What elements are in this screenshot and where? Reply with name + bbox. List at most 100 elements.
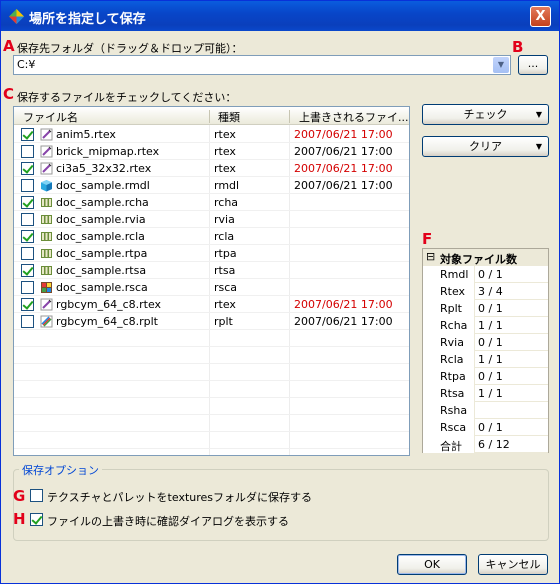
file-list[interactable]: ファイル名 種類 上書きされるファイ... anim5.rtex rtex 2007… (13, 106, 410, 456)
count-value: 1 / 1 (478, 353, 503, 366)
marker-f: F (422, 230, 433, 248)
row-checkbox[interactable] (21, 162, 34, 175)
overwrite-date: 2007/06/21 17:00 (294, 162, 393, 175)
count-value: 0 / 1 (478, 302, 503, 315)
table-row[interactable]: rgbcym_64_c8.rtex rtex 2007/06/21 17:00 (14, 296, 409, 313)
marker-a: A (3, 37, 15, 55)
check-button-label: チェック (463, 108, 508, 121)
save-dialog: 場所を指定して保存 X A 保存先フォルダ（ドラッグ＆ドロップ可能）： B C:… (0, 0, 560, 584)
count-key: Rtsa (423, 385, 475, 402)
row-checkbox[interactable] (21, 315, 34, 328)
cancel-button[interactable]: キャンセル (478, 554, 548, 575)
count-key: Rmdl (423, 266, 475, 283)
file-name: doc_sample.rcha (56, 196, 149, 209)
table-row[interactable]: brick_mipmap.rtex rtex 2007/06/21 17:00 (14, 143, 409, 160)
row-checkbox[interactable] (21, 213, 34, 226)
row-checkbox[interactable] (21, 145, 34, 158)
count-value: 6 / 12 (478, 438, 510, 451)
marker-c: C (3, 85, 15, 103)
textures-folder-checkbox[interactable] (30, 489, 43, 502)
count-key: 合計 (423, 436, 475, 453)
overwrite-date: 2007/06/21 17:00 (294, 128, 393, 141)
table-row[interactable]: rgbcym_64_c8.rplt rplt 2007/06/21 17:00 (14, 313, 409, 330)
count-key: Rplt (423, 300, 475, 317)
count-row: 合計 6 / 12 (423, 436, 548, 453)
table-row[interactable]: doc_sample.rtsa rtsa (14, 262, 409, 279)
folder-combobox[interactable]: C:¥ ▼ (13, 55, 511, 75)
model-icon (40, 179, 53, 192)
file-name: doc_sample.rtsa (56, 264, 147, 277)
table-row[interactable]: doc_sample.rsca rsca (14, 279, 409, 296)
count-value: 1 / 1 (478, 319, 503, 332)
confirm-overwrite-label: ファイルの上書き時に確認ダイアログを表示する (47, 515, 289, 528)
row-checkbox[interactable] (21, 196, 34, 209)
count-key: Rcha (423, 317, 475, 334)
file-type: rcla (214, 230, 235, 243)
animation-icon (40, 230, 53, 243)
file-name: rgbcym_64_c8.rplt (56, 315, 158, 328)
column-name[interactable]: ファイル名 (23, 109, 78, 125)
list-header: ファイル名 種類 上書きされるファイ... (14, 107, 409, 125)
row-checkbox[interactable] (21, 281, 34, 294)
overwrite-date: 2007/06/21 17:00 (294, 315, 393, 328)
file-count-table: ⊟ 対象ファイル数 Rmdl 0 / 1 Rtex 3 / 4 Rplt 0 / 1 Rch… (422, 248, 549, 453)
clear-button-label: クリア (469, 140, 502, 153)
file-type: rsca (214, 281, 238, 294)
title-bar[interactable]: 場所を指定して保存 X (1, 1, 559, 31)
ok-button[interactable]: OK (397, 554, 467, 575)
row-checkbox[interactable] (21, 128, 34, 141)
marker-b: B (512, 38, 524, 56)
count-row: Rtsa 1 / 1 (423, 385, 548, 402)
count-value: 3 / 4 (478, 285, 503, 298)
table-row[interactable]: doc_sample.rcla rcla (14, 228, 409, 245)
clear-button[interactable]: クリア ▼ (422, 136, 549, 157)
row-checkbox[interactable] (21, 179, 34, 192)
empty-row (14, 381, 409, 398)
animation-icon (40, 264, 53, 277)
check-button[interactable]: チェック ▼ (422, 104, 549, 125)
column-type[interactable]: 種類 (218, 109, 240, 125)
chevron-down-icon[interactable]: ▼ (493, 57, 509, 73)
count-header: ⊟ 対象ファイル数 (423, 249, 548, 266)
animation-icon (40, 196, 53, 209)
file-name: doc_sample.rvia (56, 213, 146, 226)
row-checkbox[interactable] (21, 230, 34, 243)
table-row[interactable]: anim5.rtex rtex 2007/06/21 17:00 (14, 126, 409, 143)
column-overwrite[interactable]: 上書きされるファイ... (299, 109, 409, 125)
file-type: rvia (214, 213, 235, 226)
overwrite-date: 2007/06/21 17:00 (294, 179, 393, 192)
table-row[interactable]: doc_sample.rmdl rmdl 2007/06/21 17:00 (14, 177, 409, 194)
browse-button[interactable]: ... (518, 55, 548, 75)
count-key: Rcla (423, 351, 475, 368)
table-row[interactable]: doc_sample.rvia rvia (14, 211, 409, 228)
file-name: doc_sample.rmdl (56, 179, 150, 192)
count-value: 0 / 1 (478, 421, 503, 434)
count-value: 0 / 1 (478, 370, 503, 383)
count-row: Rmdl 0 / 1 (423, 266, 548, 283)
table-row[interactable]: doc_sample.rtpa rtpa (14, 245, 409, 262)
row-checkbox[interactable] (21, 298, 34, 311)
confirm-overwrite-checkbox[interactable] (30, 513, 43, 526)
overwrite-date: 2007/06/21 17:00 (294, 298, 393, 311)
file-type: rtpa (214, 247, 237, 260)
palette-icon (40, 315, 53, 328)
marker-h: H (13, 510, 26, 528)
count-row: Rplt 0 / 1 (423, 300, 548, 317)
scene-icon (40, 281, 53, 294)
dropdown-arrow-icon: ▼ (535, 142, 542, 151)
file-name: brick_mipmap.rtex (56, 145, 160, 158)
file-name: doc_sample.rtpa (56, 247, 148, 260)
table-row[interactable]: ci3a5_32x32.rtex rtex 2007/06/21 17:00 (14, 160, 409, 177)
save-options-group (13, 469, 549, 541)
empty-row (14, 398, 409, 415)
count-value: 0 / 1 (478, 268, 503, 281)
app-icon (9, 9, 24, 24)
row-checkbox[interactable] (21, 247, 34, 260)
table-row[interactable]: doc_sample.rcha rcha (14, 194, 409, 211)
file-type: rtex (214, 298, 236, 311)
collapse-icon[interactable]: ⊟ (426, 250, 435, 263)
file-type: rtsa (214, 264, 236, 277)
close-button[interactable]: X (530, 6, 551, 27)
save-options-title: 保存オプション (19, 462, 102, 478)
row-checkbox[interactable] (21, 264, 34, 277)
